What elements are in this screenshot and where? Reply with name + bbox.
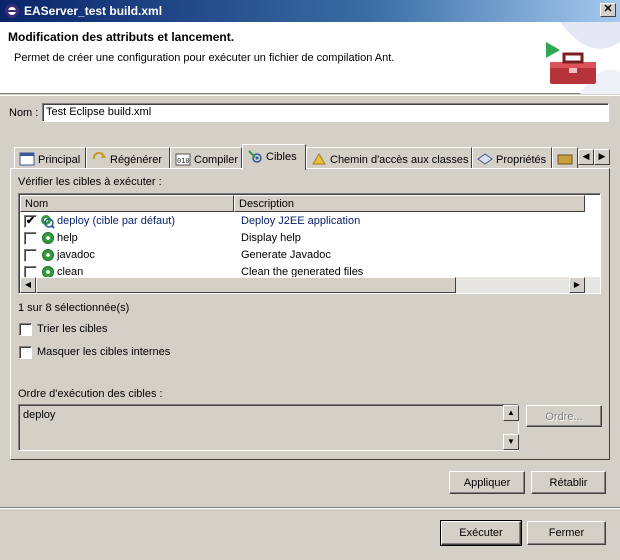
name-label: Nom : xyxy=(9,107,39,119)
scroll-up-button[interactable]: ▲ xyxy=(503,405,519,421)
target-name: javadoc xyxy=(57,249,95,261)
horizontal-scrollbar[interactable]: ◀ ▶ xyxy=(20,277,600,293)
tab-label: Régénérer xyxy=(110,154,162,166)
selection-count: 1 sur 8 sélectionnée(s) xyxy=(18,302,130,314)
tab-scroll-right-button[interactable]: ▶ xyxy=(594,149,610,165)
table-row[interactable]: help Display help xyxy=(20,230,585,246)
environment-icon xyxy=(557,154,573,165)
table-row[interactable]: ✔ deploy (cible par défaut) Deploy J2EE … xyxy=(20,213,585,229)
footer-separator xyxy=(0,507,620,509)
svg-text:010: 010 xyxy=(177,157,190,165)
tab-cibles[interactable]: Cibles xyxy=(242,144,306,170)
targets-table[interactable]: Nom Description ✔ deploy (cible par défa… xyxy=(18,193,601,294)
column-header-description[interactable]: Description xyxy=(234,195,585,212)
checkbox-label: Masquer les cibles internes xyxy=(37,346,171,358)
tab-regenerer[interactable]: Régénérer xyxy=(86,147,170,169)
tab-label: Propriétés xyxy=(496,154,547,166)
sort-targets-checkbox[interactable]: Trier les cibles xyxy=(18,322,218,338)
tab-compiler[interactable]: 010 Compiler xyxy=(170,147,242,169)
targets-icon xyxy=(248,150,262,163)
scroll-right-button[interactable]: ▶ xyxy=(569,277,585,293)
refresh-icon xyxy=(92,152,106,160)
execution-order-list[interactable]: deploy ▲ ▼ xyxy=(18,404,519,451)
banner-heading: Modification des attributs et lancement. xyxy=(8,30,235,44)
run-button[interactable]: Exécuter xyxy=(440,520,522,546)
window-title: EAServer_test build.xml xyxy=(24,4,163,18)
tab-label: Principal xyxy=(38,154,81,166)
ant-toolbox-icon xyxy=(546,42,596,84)
tab-scroll-left-button[interactable]: ◀ xyxy=(578,149,594,165)
scroll-down-button[interactable]: ▼ xyxy=(503,434,519,450)
target-name: help xyxy=(57,232,78,244)
checkbox-label: Trier les cibles xyxy=(37,323,108,335)
target-name: deploy (cible par défaut) xyxy=(57,215,176,227)
target-checkbox[interactable] xyxy=(24,249,37,262)
table-row[interactable]: javadoc Generate Javadoc xyxy=(20,247,585,263)
banner-divider xyxy=(0,95,620,96)
build-icon: 010 xyxy=(175,153,191,166)
tab-label: Cibles xyxy=(266,151,297,163)
targets-label: Vérifier les cibles à exécuter : xyxy=(18,176,162,188)
target-icon xyxy=(42,249,54,261)
target-description: Generate Javadoc xyxy=(241,249,331,261)
name-field[interactable]: Test Eclipse build.xml xyxy=(42,103,609,122)
close-button[interactable]: Fermer xyxy=(527,521,606,545)
eclipse-icon xyxy=(5,4,19,18)
target-icon xyxy=(42,232,54,244)
execution-order-label: Ordre d'exécution des cibles : xyxy=(18,388,163,400)
main-tab-icon xyxy=(19,152,35,166)
tab-overflow[interactable] xyxy=(552,147,578,169)
hide-internal-targets-checkbox[interactable]: Masquer les cibles internes xyxy=(18,345,218,361)
checkbox-box[interactable] xyxy=(19,323,32,336)
target-description: Deploy J2EE application xyxy=(241,215,361,227)
classpath-icon xyxy=(312,153,326,165)
target-description: Display help xyxy=(241,232,301,244)
target-checkbox[interactable]: ✔ xyxy=(24,215,37,228)
tab-label: Chemin d'accès aux classes xyxy=(330,154,469,166)
tab-principal[interactable]: Principal xyxy=(14,147,86,169)
column-header-name[interactable]: Nom xyxy=(20,195,234,212)
title-bar: EAServer_test build.xml ✕ xyxy=(0,0,620,22)
properties-icon xyxy=(477,153,493,165)
order-button[interactable]: Ordre... xyxy=(526,405,602,427)
list-item: deploy xyxy=(23,409,56,421)
tab-classpath[interactable]: Chemin d'accès aux classes xyxy=(306,147,472,169)
close-window-button[interactable]: ✕ xyxy=(600,3,616,17)
tab-label: Compiler xyxy=(194,154,239,166)
header-banner: Modification des attributs et lancement.… xyxy=(0,22,620,94)
apply-button[interactable]: Appliquer xyxy=(449,471,525,494)
tab-proprietes[interactable]: Propriétés xyxy=(472,147,552,169)
target-checkbox[interactable] xyxy=(24,232,37,245)
scroll-left-button[interactable]: ◀ xyxy=(20,277,36,293)
revert-button[interactable]: Rétablir xyxy=(531,471,606,494)
default-target-icon xyxy=(41,215,55,229)
scroll-thumb[interactable] xyxy=(36,277,456,293)
banner-description: Permet de créer une configuration pour e… xyxy=(14,52,395,64)
checkbox-box[interactable] xyxy=(19,346,32,359)
